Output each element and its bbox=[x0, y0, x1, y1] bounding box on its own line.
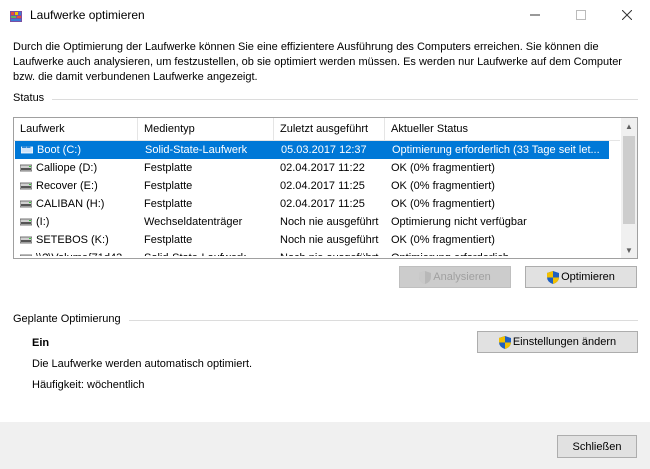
drive-name: Calliope (D:) bbox=[36, 162, 98, 174]
status-label: Status bbox=[13, 92, 45, 104]
last-run-cell: Noch nie ausgeführt bbox=[280, 234, 379, 246]
last-run-cell: 02.04.2017 11:25 bbox=[280, 180, 365, 192]
change-settings-button[interactable]: Einstellungen ändern bbox=[477, 331, 638, 353]
last-run-cell: 05.03.2017 12:37 bbox=[281, 144, 367, 156]
drive-list-scrollbar[interactable]: ▲ ▼ bbox=[621, 118, 637, 258]
minimize-button[interactable] bbox=[512, 0, 558, 30]
current-status-cell: OK (0% fragmentiert) bbox=[391, 198, 495, 210]
uac-shield-icon bbox=[498, 335, 511, 349]
drive-list-body: Boot (C:) Solid-State-Laufwerk 05.03.2017 … bbox=[14, 140, 620, 256]
hard-drive-icon bbox=[20, 182, 32, 190]
drive-name-cell: \\?\Volume{71d43... bbox=[20, 249, 138, 256]
current-status-cell: Optimierung erforderlich bbox=[391, 249, 608, 256]
intro-text: Durch die Optimierung der Laufwerke könn… bbox=[13, 41, 622, 83]
drive-name-cell: Calliope (D:) bbox=[20, 159, 138, 177]
drive-row[interactable]: (I:) Wechseldatenträger Noch nie ausgeführ… bbox=[14, 213, 610, 231]
drive-name: Recover (E:) bbox=[36, 180, 98, 192]
media-type-cell: Festplatte bbox=[144, 180, 193, 192]
drive-row[interactable]: CALIBAN (H:) Festplatte 02.04.2017 11:25 OK… bbox=[14, 195, 610, 213]
optimize-button-label: Optimieren bbox=[561, 271, 615, 283]
drive-name-cell: Boot (C:) bbox=[21, 141, 139, 159]
window-title: Laufwerke optimieren bbox=[30, 8, 145, 22]
drive-list[interactable]: Laufwerk Medientyp Zuletzt ausgeführt Ak… bbox=[13, 117, 638, 259]
last-run-cell: 02.04.2017 11:25 bbox=[280, 198, 365, 210]
column-header-drive[interactable]: Laufwerk bbox=[14, 118, 138, 140]
current-status-cell: Optimierung erforderlich (33 Tage seit l… bbox=[392, 144, 600, 156]
maximize-button[interactable] bbox=[558, 0, 604, 30]
drive-row[interactable]: Recover (E:) Festplatte 02.04.2017 11:25 OK… bbox=[14, 177, 610, 195]
last-run-cell: Noch nie ausgeführt bbox=[280, 216, 379, 228]
close-window-button[interactable] bbox=[604, 0, 650, 30]
current-status-cell: OK (0% fragmentiert) bbox=[391, 162, 495, 174]
drive-row[interactable]: Boot (C:) Solid-State-Laufwerk 05.03.2017 … bbox=[15, 141, 609, 159]
last-run-cell: Noch nie ausgeführt bbox=[280, 249, 384, 256]
drive-name-cell: SETEBOS (K:) bbox=[20, 231, 138, 249]
maximize-icon bbox=[576, 10, 586, 20]
schedule-description: Die Laufwerke werden automatisch optimie… bbox=[32, 358, 253, 370]
drive-name: (I:) bbox=[36, 216, 50, 228]
media-type-cell: Wechseldatenträger bbox=[144, 216, 243, 228]
current-status-cell: OK (0% fragmentiert) bbox=[391, 234, 495, 246]
media-type-cell: Solid-State-Laufwerk bbox=[144, 249, 274, 256]
column-header-media-type[interactable]: Medientyp bbox=[138, 118, 274, 140]
drive-name-cell: (I:) bbox=[20, 213, 138, 231]
hard-drive-icon bbox=[20, 200, 32, 208]
analyze-button[interactable]: Analysieren bbox=[399, 266, 511, 288]
column-header-current-status[interactable]: Aktueller Status bbox=[385, 118, 620, 140]
media-type-cell: Festplatte bbox=[144, 162, 193, 174]
drive-name: Boot (C:) bbox=[37, 144, 82, 156]
drive-name-cell: Recover (E:) bbox=[20, 177, 138, 195]
close-button-label: Schließen bbox=[572, 440, 622, 453]
status-divider bbox=[52, 99, 638, 100]
hard-drive-icon bbox=[20, 236, 32, 244]
drive-row[interactable]: Calliope (D:) Festplatte 02.04.2017 11:22 O… bbox=[14, 159, 610, 177]
hard-drive-icon bbox=[20, 164, 32, 172]
drive-name: \\?\Volume{71d43... bbox=[36, 249, 131, 256]
drive-name: SETEBOS (K:) bbox=[36, 234, 109, 246]
uac-shield-icon bbox=[547, 270, 560, 284]
scheduled-divider bbox=[129, 320, 638, 321]
drive-name: CALIBAN (H:) bbox=[36, 198, 105, 210]
media-type-cell: Festplatte bbox=[144, 198, 193, 210]
schedule-frequency: Häufigkeit: wöchentlich bbox=[32, 379, 145, 391]
drive-row[interactable]: SETEBOS (K:) Festplatte Noch nie ausgeführ… bbox=[14, 231, 610, 249]
dialog-footer: Schließen bbox=[0, 422, 650, 469]
drive-row[interactable]: \\?\Volume{71d43... Solid-State-Laufwerk N… bbox=[14, 249, 610, 256]
close-button[interactable]: Schließen bbox=[557, 435, 637, 458]
title-bar: Laufwerke optimieren bbox=[0, 0, 650, 30]
current-status-cell: Optimierung nicht verfügbar bbox=[391, 216, 527, 228]
current-status-cell: OK (0% fragmentiert) bbox=[391, 180, 495, 192]
scheduled-label: Geplante Optimierung bbox=[13, 313, 121, 325]
drive-list-header: Laufwerk Medientyp Zuletzt ausgeführt Ak… bbox=[14, 118, 620, 141]
hard-drive-icon bbox=[20, 254, 32, 256]
change-settings-button-label: Einstellungen ändern bbox=[512, 336, 617, 348]
system-drive-icon bbox=[21, 146, 33, 154]
scroll-thumb[interactable] bbox=[623, 136, 635, 224]
schedule-state: Ein bbox=[32, 337, 50, 349]
minimize-icon bbox=[530, 14, 540, 16]
analyze-button-label: Analysieren bbox=[433, 271, 491, 283]
removable-drive-icon bbox=[20, 218, 32, 226]
scroll-up-arrow-icon[interactable]: ▲ bbox=[621, 118, 637, 134]
media-type-cell: Festplatte bbox=[144, 234, 193, 246]
optimize-button[interactable]: Optimieren bbox=[525, 266, 637, 288]
media-type-cell: Solid-State-Laufwerk bbox=[145, 144, 248, 156]
column-header-last-run[interactable]: Zuletzt ausgeführt bbox=[274, 118, 385, 140]
uac-shield-icon bbox=[419, 270, 432, 284]
last-run-cell: 02.04.2017 11:22 bbox=[280, 162, 365, 174]
scroll-down-arrow-icon[interactable]: ▼ bbox=[621, 242, 637, 258]
drive-name-cell: CALIBAN (H:) bbox=[20, 195, 138, 213]
close-icon bbox=[622, 10, 632, 20]
defrag-app-icon bbox=[10, 11, 22, 22]
